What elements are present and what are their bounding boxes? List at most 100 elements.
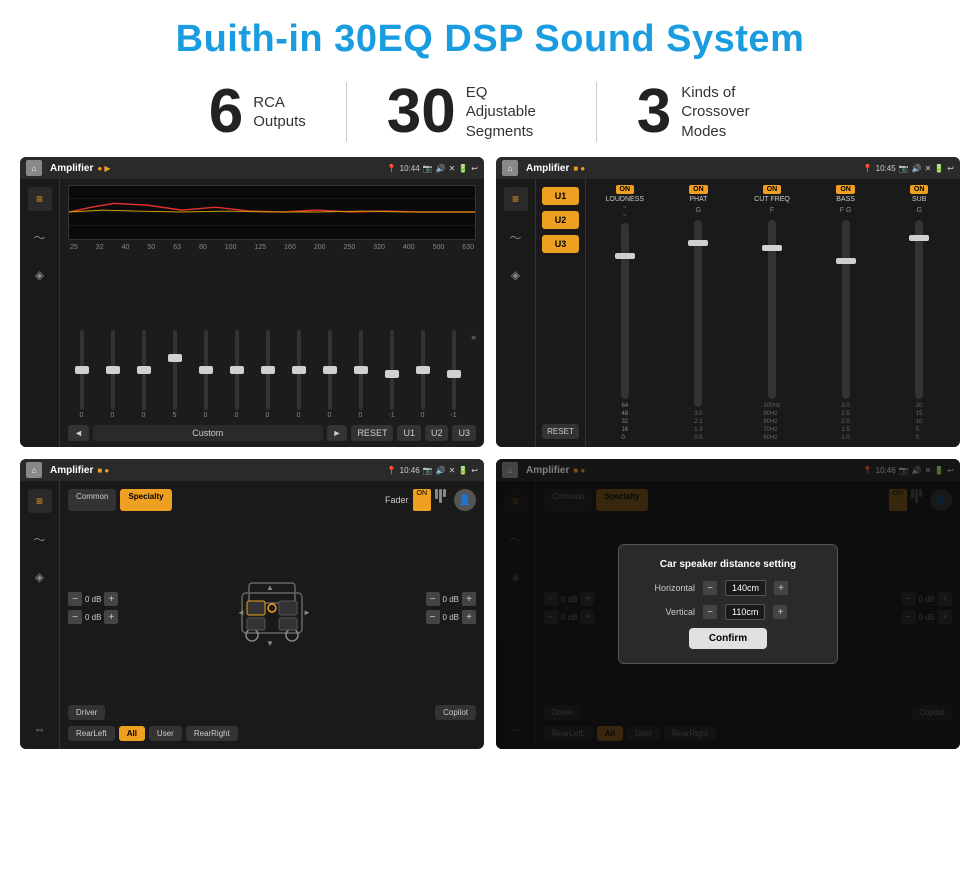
page-title: Buith-in 30EQ DSP Sound System: [0, 0, 980, 71]
eq-slider-5[interactable]: 0: [223, 330, 250, 419]
amp-channel-cutfreq: ON CUT FREQ F 100Hz90Hz80Hz70Hz60Hz: [737, 185, 807, 441]
location-icon: 📍: [387, 164, 397, 173]
fader-copilot-btn[interactable]: Copilot: [435, 705, 476, 720]
left-rear-db: − 0 dB +: [68, 610, 118, 624]
eq-u2-button[interactable]: U2: [425, 425, 449, 441]
eq-icon-wave[interactable]: 〜: [28, 225, 52, 249]
amp-channel-phat: ON PHAT G 3.02.11.30.5: [664, 185, 734, 441]
fader-all-btn[interactable]: All: [119, 726, 145, 741]
fader-icon-eq[interactable]: ≡: [28, 489, 52, 513]
right-rear-plus[interactable]: +: [462, 610, 476, 624]
phat-on-badge[interactable]: ON: [689, 185, 708, 194]
vertical-plus[interactable]: +: [773, 605, 787, 619]
stat-eq: 30 EQ Adjustable Segments: [347, 81, 596, 143]
horizontal-label: Horizontal: [635, 583, 695, 593]
fader-tab-specialty[interactable]: Specialty: [120, 489, 171, 511]
left-front-plus[interactable]: +: [104, 592, 118, 606]
fader-location-icon: 📍: [387, 466, 397, 475]
fader-sidebar: ≡ 〜 ◈ ⇔: [20, 481, 60, 749]
amp-channel-bass: ON BASS F G 3.02.52.01.51.0: [811, 185, 881, 441]
speaker-layout: − 0 dB + − 0 dB +: [68, 517, 476, 699]
fader-driver-btn[interactable]: Driver: [68, 705, 105, 720]
sub-slider[interactable]: [915, 220, 923, 399]
eq-slider-12[interactable]: -1: [440, 330, 467, 419]
fader-rearright-btn[interactable]: RearRight: [186, 726, 238, 741]
cutfreq-on-badge[interactable]: ON: [763, 185, 782, 194]
back-icon[interactable]: ↩: [471, 164, 478, 173]
dialog-screen: ⌂ Amplifier ■ ● 📍 10:46 📷 🔊 ✕ 🔋 ↩ ≡ 〜 ◈ …: [496, 459, 960, 749]
amp-icon-speaker[interactable]: ◈: [504, 263, 528, 287]
eq-icon-speaker[interactable]: ◈: [28, 263, 52, 287]
amp-channel-loudness: ON LOUDNESS ~~ 644832160: [590, 185, 660, 441]
amp-u2-btn[interactable]: U2: [542, 211, 579, 229]
eq-slider-3[interactable]: 5: [161, 330, 188, 419]
fader-user-btn[interactable]: User: [149, 726, 182, 741]
fader-tab-common[interactable]: Common: [68, 489, 116, 511]
eq-slider-0[interactable]: 0: [68, 330, 95, 419]
eq-main-area: 25 32 40 50 63 80 100 125 160 200 250 32…: [60, 179, 484, 447]
loudness-slider[interactable]: [621, 223, 629, 399]
fader-back-icon[interactable]: ↩: [471, 466, 478, 475]
eq-slider-9[interactable]: 0: [347, 330, 374, 419]
amp-icon-wave[interactable]: 〜: [504, 225, 528, 249]
phat-slider[interactable]: [694, 220, 702, 407]
sub-on-badge[interactable]: ON: [910, 185, 929, 194]
fader-home-icon[interactable]: ⌂: [26, 462, 42, 478]
eq-prev-button[interactable]: ◄: [68, 425, 89, 441]
eq-scroll-right[interactable]: »: [471, 332, 476, 342]
eq-custom-button[interactable]: Custom: [93, 425, 323, 441]
amp-left-panel: U1 U2 U3 RESET: [536, 179, 586, 447]
amp-battery-icon: 🔋: [934, 164, 944, 173]
home-icon[interactable]: ⌂: [26, 160, 42, 176]
bass-on-badge[interactable]: ON: [836, 185, 855, 194]
eq-slider-8[interactable]: 0: [316, 330, 343, 419]
amp-home-icon[interactable]: ⌂: [502, 160, 518, 176]
fader-avatar-icon[interactable]: 👤: [454, 489, 476, 511]
right-front-db: − 0 dB +: [426, 592, 476, 606]
eq-icon-equalizer[interactable]: ≡: [28, 187, 52, 211]
fader-on-badge[interactable]: ON: [413, 489, 432, 511]
amp-back-icon[interactable]: ↩: [947, 164, 954, 173]
horizontal-minus[interactable]: −: [703, 581, 717, 595]
fader-icon-wave[interactable]: 〜: [28, 527, 52, 551]
eq-sidebar: ≡ 〜 ◈: [20, 179, 60, 447]
right-rear-minus[interactable]: −: [426, 610, 440, 624]
confirm-button[interactable]: Confirm: [689, 628, 767, 649]
svg-text:◄: ◄: [237, 608, 245, 617]
sub-label: SUB: [912, 196, 926, 203]
left-rear-minus[interactable]: −: [68, 610, 82, 624]
fader-icon-speaker[interactable]: ◈: [28, 565, 52, 589]
fader-status-bar: ⌂ Amplifier ■ ● 📍 10:46 📷 🔊 ✕ 🔋 ↩: [20, 459, 484, 481]
fader-rearleft-btn[interactable]: RearLeft: [68, 726, 115, 741]
eq-slider-10[interactable]: -1: [378, 330, 405, 419]
left-rear-plus[interactable]: +: [104, 610, 118, 624]
eq-slider-2[interactable]: 0: [130, 330, 157, 419]
eq-graph: [68, 185, 476, 240]
bass-slider[interactable]: [842, 220, 850, 399]
eq-slider-11[interactable]: 0: [409, 330, 436, 419]
vertical-minus[interactable]: −: [703, 605, 717, 619]
stat-number-crossover: 3: [637, 81, 671, 143]
eq-reset-button[interactable]: RESET: [351, 425, 393, 441]
eq-controls: ◄ Custom ► RESET U1 U2 U3: [68, 425, 476, 441]
right-front-minus[interactable]: −: [426, 592, 440, 606]
eq-u1-button[interactable]: U1: [397, 425, 421, 441]
eq-slider-4[interactable]: 0: [192, 330, 219, 419]
cutfreq-slider[interactable]: [768, 220, 776, 399]
eq-slider-6[interactable]: 0: [254, 330, 281, 419]
amp-u1-btn[interactable]: U1: [542, 187, 579, 205]
fader-label: Fader: [385, 495, 409, 505]
amp-icon-eq[interactable]: ≡: [504, 187, 528, 211]
horizontal-plus[interactable]: +: [774, 581, 788, 595]
eq-slider-1[interactable]: 0: [99, 330, 126, 419]
left-front-minus[interactable]: −: [68, 592, 82, 606]
right-front-plus[interactable]: +: [462, 592, 476, 606]
fader-icon-balance[interactable]: ⇔: [28, 717, 52, 741]
eq-next-button[interactable]: ►: [327, 425, 348, 441]
fader-status-icons: 📍 10:46 📷 🔊 ✕ 🔋 ↩: [387, 466, 478, 475]
eq-slider-7[interactable]: 0: [285, 330, 312, 419]
amp-u3-btn[interactable]: U3: [542, 235, 579, 253]
amp-reset-btn[interactable]: RESET: [542, 424, 579, 439]
loudness-on-badge[interactable]: ON: [616, 185, 635, 194]
eq-u3-button[interactable]: U3: [452, 425, 476, 441]
